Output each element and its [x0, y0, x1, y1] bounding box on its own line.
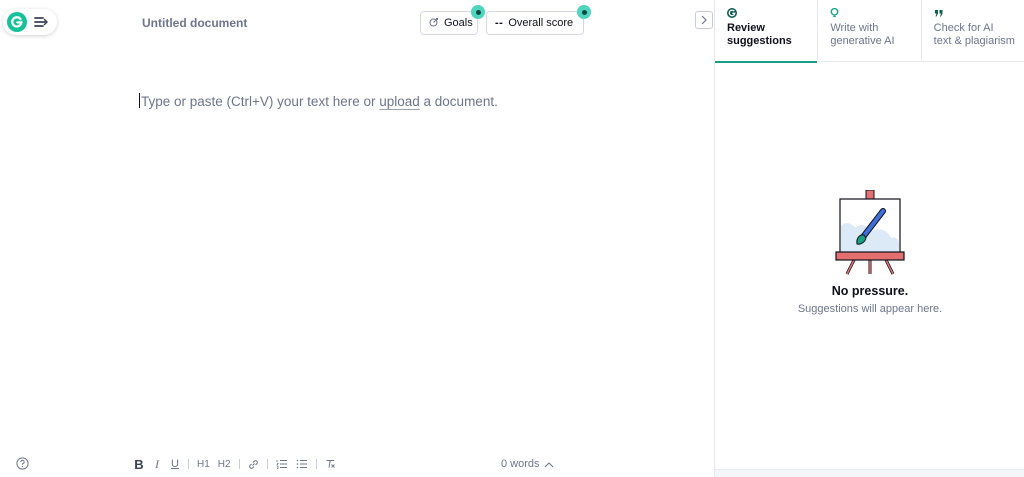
grammarly-logo-icon[interactable]	[7, 12, 27, 32]
empty-state-subtitle: Suggestions will appear here.	[797, 303, 943, 315]
goals-button[interactable]: Goals	[420, 11, 478, 35]
word-count-button[interactable]: 0 words	[501, 458, 554, 470]
clear-format-icon[interactable]	[325, 459, 336, 469]
toolbar-divider	[188, 459, 189, 469]
overall-score-button[interactable]: -- Overall score	[486, 11, 584, 35]
toolbar-divider	[315, 459, 317, 469]
panel-footer-bar	[715, 469, 1024, 477]
score-label: Overall score	[508, 17, 574, 29]
underline-button[interactable]: U	[170, 458, 180, 470]
placeholder-text: Type or paste (Ctrl+V) your text here or	[141, 94, 380, 109]
target-icon	[429, 17, 439, 30]
score-status-dot	[577, 5, 591, 19]
numbered-list-icon[interactable]	[275, 459, 288, 469]
word-count: 0 words	[501, 458, 540, 470]
empty-state-title: No pressure.	[831, 284, 909, 298]
tab-label: Review suggestions	[727, 22, 792, 47]
format-toolbar: B I U H1 H2	[134, 456, 336, 472]
document-title[interactable]: Untitled document	[142, 16, 247, 30]
editor-text-area[interactable]: Type or paste (Ctrl+V) your text here or…	[139, 93, 498, 109]
chevron-right-icon	[701, 15, 707, 25]
toolbar-divider	[266, 459, 268, 469]
collapse-panel-button[interactable]	[695, 11, 713, 29]
bold-button[interactable]: B	[134, 457, 144, 472]
tab-label: Check for AI text & plagiarism	[933, 22, 1015, 47]
tab-label: Write with generative AI	[830, 22, 895, 47]
tab-generative-ai[interactable]: Write with generative AI	[818, 0, 922, 62]
help-icon[interactable]	[16, 457, 29, 475]
hamburger-menu-icon[interactable]	[34, 16, 48, 28]
goals-label: Goals	[444, 17, 473, 29]
placeholder-text-end: a document.	[419, 94, 498, 109]
link-icon[interactable]	[248, 459, 259, 470]
toolbar-divider	[238, 459, 240, 469]
heading1-button[interactable]: H1	[197, 459, 210, 470]
panel-tabs: Review suggestions Write with generative A…	[715, 0, 1024, 63]
tab-review-suggestions[interactable]: Review suggestions	[715, 0, 819, 63]
easel-illustration-icon	[835, 190, 905, 275]
empty-state: No pressure. Suggestions will appear her…	[715, 190, 1024, 315]
lightbulb-icon	[830, 8, 920, 18]
grammarly-g-icon	[727, 8, 817, 18]
chevron-up-icon	[544, 461, 553, 467]
score-value: --	[495, 17, 504, 29]
app-root: Untitled document Goals -- Overall score…	[0, 0, 1024, 477]
upload-link[interactable]: upload	[379, 94, 420, 109]
logo-menu-pill[interactable]	[3, 9, 57, 35]
assistant-panel: Review suggestions Write with generative A…	[714, 0, 1024, 477]
goals-status-dot	[471, 5, 485, 19]
heading2-button[interactable]: H2	[218, 459, 231, 470]
italic-button[interactable]: I	[152, 457, 162, 472]
tab-ai-plagiarism[interactable]: Check for AI text & plagiarism	[922, 0, 1024, 62]
quote-icon	[934, 8, 1024, 18]
editor-area: Untitled document Goals -- Overall score…	[0, 0, 714, 477]
bullet-list-icon[interactable]	[296, 459, 308, 469]
text-cursor	[139, 93, 140, 108]
